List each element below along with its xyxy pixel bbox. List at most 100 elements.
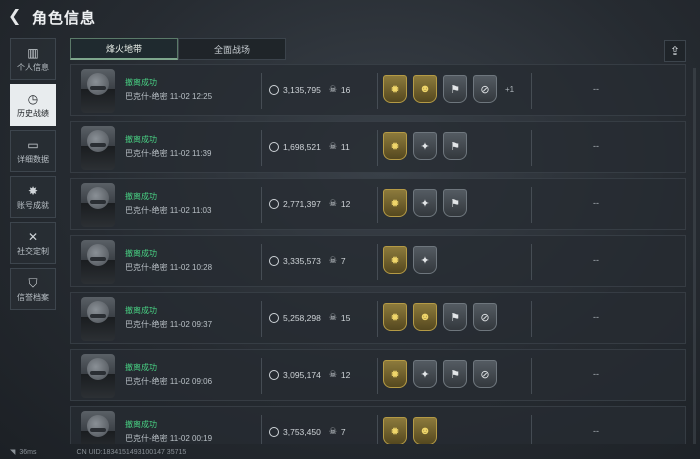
share-button[interactable]: ⇪ bbox=[664, 40, 686, 62]
medal-icon: ✸ bbox=[27, 183, 39, 198]
skull-icon: ☠ bbox=[328, 426, 337, 436]
gold-badge-icon[interactable]: ✹ bbox=[383, 75, 407, 103]
badge-list: ✹ ✦ ⚑ bbox=[383, 132, 473, 160]
skull-icon: ☠ bbox=[328, 84, 337, 94]
divider bbox=[261, 73, 262, 109]
map-name: 巴克什-绝密 bbox=[125, 434, 168, 443]
gray-badge-icon[interactable]: ✦ bbox=[413, 246, 437, 274]
folder-icon: ▭ bbox=[27, 137, 39, 152]
map-name: 巴克什-绝密 bbox=[125, 206, 168, 215]
badge-list: ✹ ☻ ⚑ ⊘ bbox=[383, 303, 503, 331]
match-stats: 5,258,298 ☠ 15 bbox=[269, 312, 350, 323]
gray-badge-icon[interactable]: ⚑ bbox=[443, 303, 467, 331]
match-row[interactable]: 撤离成功 巴克什-绝密 11-02 00:19 3,753,450 ☠ 7 ✹ ☻ -- bbox=[70, 406, 686, 444]
note-text: -- bbox=[593, 255, 599, 265]
match-history-list[interactable]: 撤离成功 巴克什-绝密 11-02 12:25 3,135,795 ☠ 16 ✹ ☻ ⚑ ⊘ +1… bbox=[70, 64, 686, 444]
tools-icon: ✕ bbox=[27, 229, 39, 244]
divider bbox=[531, 301, 532, 337]
match-row[interactable]: 撤离成功 巴克什-绝密 11-02 12:25 3,135,795 ☠ 16 ✹ ☻ ⚑ ⊘ +1… bbox=[70, 64, 686, 116]
sidebar: ▥ 个人信息 ◷ 历史战绩 ▭ 详细数据 ✸ 账号成就 ✕ 社交定制 ⛉ 信誉档案 bbox=[10, 38, 56, 314]
gold-badge-icon[interactable]: ✹ bbox=[383, 303, 407, 331]
result-text: 撤离成功 bbox=[125, 78, 157, 87]
avatar bbox=[81, 183, 115, 227]
skull-icon: ☠ bbox=[328, 369, 337, 379]
avatar bbox=[81, 69, 115, 113]
gray-badge-icon[interactable]: ⊘ bbox=[473, 303, 497, 331]
gray-badge-icon[interactable]: ⚑ bbox=[443, 75, 467, 103]
map-name: 巴克什-绝密 bbox=[125, 263, 168, 272]
bar-chart-icon: ▥ bbox=[27, 45, 39, 60]
result-text: 撤离成功 bbox=[125, 306, 157, 315]
ping-text: 36ms bbox=[19, 448, 37, 456]
gold-badge-icon[interactable]: ✹ bbox=[383, 189, 407, 217]
badge-list: ✹ ☻ bbox=[383, 417, 443, 444]
loot-value: 3,135,795 bbox=[283, 84, 321, 95]
tab-0[interactable]: 烽火地带 bbox=[70, 38, 178, 60]
coin-icon bbox=[269, 198, 279, 209]
match-stats: 3,335,573 ☠ 7 bbox=[269, 255, 346, 266]
divider bbox=[261, 130, 262, 166]
sidebar-item-2[interactable]: ▭ 详细数据 bbox=[10, 130, 56, 172]
gold-badge-icon[interactable]: ✹ bbox=[383, 246, 407, 274]
avatar bbox=[81, 126, 115, 170]
match-row[interactable]: 撤离成功 巴克什-绝密 11-02 11:03 2,771,397 ☠ 12 ✹ ✦ ⚑ -- bbox=[70, 178, 686, 230]
gray-badge-icon[interactable]: ⚑ bbox=[443, 189, 467, 217]
gray-badge-icon[interactable]: ✦ bbox=[413, 360, 437, 388]
gold-badge-icon[interactable]: ✹ bbox=[383, 360, 407, 388]
gold-badge-icon[interactable]: ☻ bbox=[413, 75, 437, 103]
map-name: 巴克什-绝密 bbox=[125, 149, 168, 158]
gold-badge-icon[interactable]: ☻ bbox=[413, 303, 437, 331]
avatar bbox=[81, 354, 115, 398]
gray-badge-icon[interactable]: ⚑ bbox=[443, 132, 467, 160]
divider bbox=[377, 244, 378, 280]
loot-value: 3,753,450 bbox=[283, 426, 321, 437]
match-stats: 3,095,174 ☠ 12 bbox=[269, 369, 350, 380]
sidebar-item-3[interactable]: ✸ 账号成就 bbox=[10, 176, 56, 218]
divider bbox=[261, 358, 262, 394]
kill-count: 12 bbox=[340, 369, 351, 380]
match-row[interactable]: 撤离成功 巴克什-绝密 11-02 09:06 3,095,174 ☠ 12 ✹ ✦ ⚑ ⊘ -- bbox=[70, 349, 686, 401]
result-text: 撤离成功 bbox=[125, 363, 157, 372]
match-row[interactable]: 撤离成功 巴克什-绝密 11-02 11:39 1,698,521 ☠ 11 ✹ ✦ ⚑ -- bbox=[70, 121, 686, 173]
gray-badge-icon[interactable]: ⊘ bbox=[473, 75, 497, 103]
divider bbox=[377, 415, 378, 444]
note-text: -- bbox=[593, 141, 599, 151]
gray-badge-icon[interactable]: ⊘ bbox=[473, 360, 497, 388]
divider bbox=[261, 415, 262, 444]
scrollbar[interactable] bbox=[693, 68, 696, 444]
result-text: 撤离成功 bbox=[125, 192, 157, 201]
tab-1[interactable]: 全面战场 bbox=[178, 38, 286, 60]
page-title: 角色信息 bbox=[32, 10, 97, 27]
match-row[interactable]: 撤离成功 巴克什-绝密 11-02 10:28 3,335,573 ☠ 7 ✹ ✦ -- bbox=[70, 235, 686, 287]
match-info: 巴克什-绝密 11-02 11:39 bbox=[125, 148, 211, 159]
sidebar-item-4[interactable]: ✕ 社交定制 bbox=[10, 222, 56, 264]
avatar bbox=[81, 411, 115, 444]
loot-value: 3,095,174 bbox=[283, 369, 321, 380]
sidebar-item-label: 信誉档案 bbox=[17, 292, 49, 302]
loot-value: 3,335,573 bbox=[283, 255, 321, 266]
sidebar-item-1[interactable]: ◷ 历史战绩 bbox=[10, 84, 56, 126]
coin-icon bbox=[269, 369, 279, 380]
gray-badge-icon[interactable]: ✦ bbox=[413, 189, 437, 217]
gray-badge-icon[interactable]: ✦ bbox=[413, 132, 437, 160]
gold-badge-icon[interactable]: ☻ bbox=[413, 417, 437, 444]
sidebar-item-5[interactable]: ⛉ 信誉档案 bbox=[10, 268, 56, 310]
match-row[interactable]: 撤离成功 巴克什-绝密 11-02 09:37 5,258,298 ☠ 15 ✹ ☻ ⚑ ⊘ -- bbox=[70, 292, 686, 344]
gray-badge-icon[interactable]: ⚑ bbox=[443, 360, 467, 388]
sidebar-item-0[interactable]: ▥ 个人信息 bbox=[10, 38, 56, 80]
coin-icon bbox=[269, 255, 279, 266]
gold-badge-icon[interactable]: ✹ bbox=[383, 132, 407, 160]
avatar bbox=[81, 297, 115, 341]
badge-list: ✹ ✦ bbox=[383, 246, 443, 274]
loot-value: 1,698,521 bbox=[283, 141, 321, 152]
divider bbox=[261, 301, 262, 337]
skull-icon: ☠ bbox=[328, 312, 337, 322]
shield-icon: ⛉ bbox=[28, 275, 38, 290]
wifi-icon: ◥ bbox=[10, 449, 16, 456]
header: ❮ 角色信息 bbox=[0, 0, 700, 36]
skull-icon: ☠ bbox=[328, 141, 337, 151]
gold-badge-icon[interactable]: ✹ bbox=[383, 417, 407, 444]
match-time: 11-02 09:06 bbox=[169, 377, 213, 386]
divider bbox=[531, 244, 532, 280]
back-arrow-icon[interactable]: ❮ bbox=[8, 8, 26, 26]
